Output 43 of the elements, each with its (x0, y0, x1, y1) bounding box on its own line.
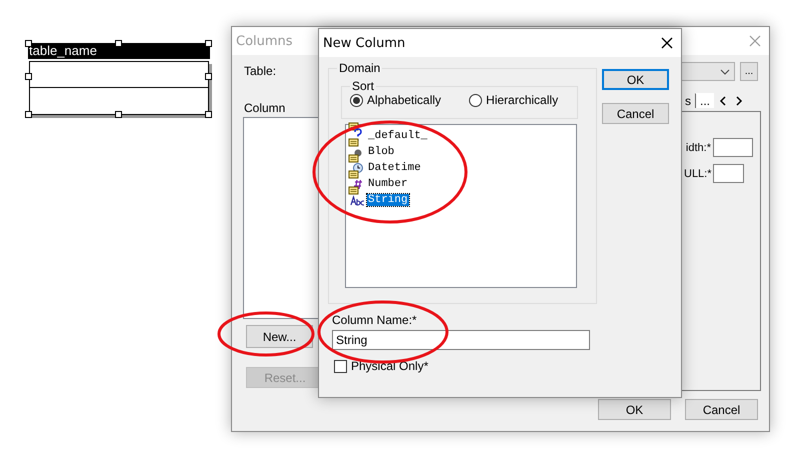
column-name-field[interactable]: String (332, 330, 590, 350)
number-type-icon (348, 170, 365, 190)
physical-only-checkbox[interactable]: Physical Only* (334, 359, 681, 373)
input-field[interactable] (713, 164, 744, 183)
resize-handle[interactable] (25, 111, 32, 118)
field-label: ULL:* (684, 168, 711, 180)
list-label: Column (244, 101, 286, 115)
sort-radio[interactable]: Hierarchically (469, 93, 558, 107)
scroll-left-icon[interactable] (718, 96, 728, 106)
resize-handle[interactable] (25, 40, 32, 47)
input-field[interactable] (713, 138, 753, 157)
window-title: Columns (236, 34, 293, 48)
cancel-button[interactable]: Cancel (685, 399, 758, 420)
field-label: Table: (244, 64, 276, 78)
group-label: Sort (351, 79, 376, 93)
resize-handle[interactable] (205, 111, 212, 118)
resize-handle[interactable] (205, 40, 212, 47)
new-button[interactable]: New... (246, 325, 313, 348)
list-item[interactable]: String (367, 194, 409, 206)
list-item[interactable]: Datetime (367, 162, 422, 174)
chevron-down-icon (720, 68, 730, 74)
domain-list[interactable]: _default_ Blob Datetime Number String (345, 124, 577, 288)
resize-handle[interactable] (205, 73, 212, 80)
field-label: Column Name:* (332, 313, 418, 327)
field-label: idth:* (684, 142, 711, 154)
list-item[interactable]: Number (367, 178, 409, 190)
browse-button[interactable]: ... (740, 62, 758, 81)
cancel-button[interactable]: Cancel (602, 103, 669, 124)
resize-handle[interactable] (115, 111, 122, 118)
dialog-title: New Column (323, 36, 406, 50)
entity-name: table_name (28, 43, 210, 59)
sort-radio[interactable]: Alphabetically (350, 93, 442, 107)
scroll-right-icon[interactable] (734, 96, 744, 106)
close-icon[interactable] (661, 37, 673, 49)
list-item[interactable]: Blob (367, 146, 396, 158)
ok-button[interactable]: OK (598, 399, 671, 420)
resize-handle[interactable] (115, 40, 122, 47)
list-item[interactable]: _default_ (367, 130, 428, 142)
ok-button[interactable]: OK (602, 69, 669, 90)
string-type-icon (348, 186, 365, 206)
resize-handle[interactable] (25, 73, 32, 80)
tab[interactable]: ... (695, 93, 714, 108)
group-label: Domain (338, 61, 382, 75)
